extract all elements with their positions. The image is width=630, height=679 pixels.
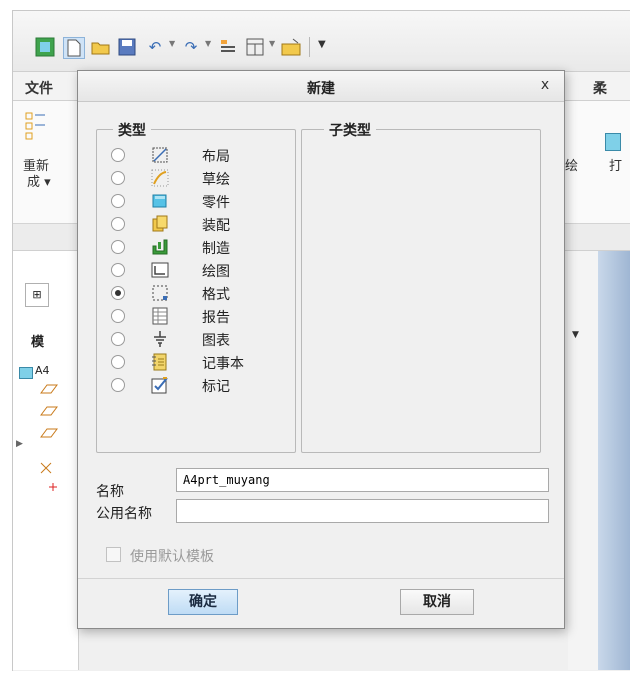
close-icon[interactable]: x [536, 76, 554, 94]
button-separator [78, 578, 564, 579]
regenerate-icon[interactable] [218, 37, 238, 57]
combo-dropdown-icon[interactable]: ▼ [572, 330, 579, 340]
markup-icon [151, 377, 168, 394]
drawing-icon [151, 262, 169, 278]
customize-toolbar-icon[interactable]: ▼ [318, 39, 326, 50]
report-icon [152, 307, 168, 325]
type-option-manufacturing[interactable]: 制造 [97, 236, 287, 258]
radio-manufacturing[interactable] [111, 240, 125, 254]
common-name-input[interactable] [176, 499, 549, 523]
graphics-window[interactable] [598, 251, 630, 670]
redo-dropdown-icon[interactable]: ▼ [205, 39, 211, 48]
assembly-icon [152, 215, 168, 232]
type-option-layout[interactable]: 布局 [97, 144, 287, 166]
regenerate-ribbon-icon[interactable] [25, 111, 51, 151]
app-logo-icon[interactable] [35, 37, 55, 57]
type-option-part[interactable]: 零件 [97, 190, 287, 212]
undo-dropdown-icon[interactable]: ▼ [169, 39, 175, 48]
type-label-report: 报告 [202, 310, 230, 326]
radio-part[interactable] [111, 194, 125, 208]
model-tree-feature-icons [33, 383, 73, 493]
type-label-layout: 布局 [202, 149, 230, 165]
subtype-groupbox: 子类型 [301, 120, 541, 453]
type-label-diagram: 图表 [202, 333, 230, 349]
ribbon-regenerate-label: 重新 [23, 159, 50, 174]
type-label-manufacturing: 制造 [202, 241, 230, 257]
type-label-assembly: 装配 [202, 218, 230, 234]
tab-flexible-modeling[interactable]: 柔 [593, 78, 607, 98]
type-label-sketch: 草绘 [202, 172, 230, 188]
type-label-markup: 标记 [202, 379, 230, 395]
model-tree-panel: ⊞ 模 A4 ▶ [13, 251, 79, 670]
model-tree-item[interactable]: A4 [35, 364, 50, 377]
use-default-template-checkbox[interactable] [106, 547, 121, 562]
radio-drawing[interactable] [111, 263, 125, 277]
type-option-report[interactable]: 报告 [97, 305, 287, 327]
cancel-button[interactable]: 取消 [400, 589, 474, 615]
common-name-label: 公用名称 [96, 506, 152, 522]
radio-sketch[interactable] [111, 171, 125, 185]
layout-icon [152, 147, 168, 163]
ribbon-sketch-label: 绘 [565, 159, 579, 174]
model-tree-tab-icon[interactable]: ⊞ [25, 283, 49, 307]
undo-icon[interactable]: ↶ [145, 37, 165, 57]
part-node-icon [19, 367, 33, 379]
subtype-group-legend: 子类型 [324, 120, 376, 140]
type-label-format: 格式 [202, 287, 230, 303]
radio-diagram[interactable] [111, 332, 125, 346]
windows-dropdown-icon[interactable]: ▼ [269, 39, 275, 48]
type-option-assembly[interactable]: 装配 [97, 213, 287, 235]
type-option-markup[interactable]: 标记 [97, 374, 287, 396]
save-icon[interactable] [117, 37, 137, 57]
diagram-icon [154, 331, 166, 347]
type-group-legend: 类型 [113, 120, 151, 140]
name-label: 名称 [96, 484, 124, 500]
ribbon-pull-label: 打 [609, 159, 623, 174]
ribbon-part-icon[interactable] [605, 133, 621, 151]
type-option-diagram[interactable]: 图表 [97, 328, 287, 350]
type-option-sketch[interactable]: 草绘 [97, 167, 287, 189]
ribbon-regenerate-dropdown[interactable]: 成 ▾ [27, 175, 51, 191]
new-dialog: 新建 x 类型 布局 草绘 零件 装配 制造 绘图 格式 报告 图表 记事本 标… [77, 70, 565, 629]
ok-button[interactable]: 确定 [168, 589, 238, 615]
radio-report[interactable] [111, 309, 125, 323]
redo-icon[interactable]: ↷ [181, 37, 201, 57]
expand-arrow-icon[interactable]: ▶ [16, 439, 23, 449]
type-option-format[interactable]: 格式 [97, 282, 287, 304]
radio-layout[interactable] [111, 148, 125, 162]
format-icon [152, 285, 168, 301]
use-default-template-label: 使用默认模板 [130, 549, 214, 565]
type-label-notebook: 记事本 [202, 356, 244, 372]
quick-access-toolbar: ↶ ▼ ↷ ▼ ▼ ▼ [13, 11, 630, 72]
radio-assembly[interactable] [111, 217, 125, 231]
radio-markup[interactable] [111, 378, 125, 392]
tab-file[interactable]: 文件 [25, 78, 53, 98]
radio-notebook[interactable] [111, 355, 125, 369]
model-tree-header: 模 [31, 335, 45, 350]
radio-format[interactable] [111, 286, 125, 300]
windows-icon[interactable] [245, 37, 265, 57]
part-icon [152, 194, 167, 208]
sketch-icon [151, 169, 169, 187]
notebook-icon [152, 353, 167, 371]
close-window-icon[interactable] [281, 37, 301, 57]
type-groupbox: 类型 布局 草绘 零件 装配 制造 绘图 格式 报告 图表 记事本 标记 [96, 120, 296, 453]
manufacturing-icon [152, 239, 168, 255]
toolbar-separator [309, 37, 310, 57]
dialog-title: 新建 [307, 81, 335, 97]
name-input[interactable] [176, 468, 549, 492]
open-folder-icon[interactable] [91, 37, 111, 57]
type-option-notebook[interactable]: 记事本 [97, 351, 287, 373]
type-option-drawing[interactable]: 绘图 [97, 259, 287, 281]
type-label-part: 零件 [202, 195, 230, 211]
type-label-drawing: 绘图 [202, 264, 230, 280]
dialog-title-bar[interactable]: 新建 x [78, 71, 564, 102]
new-file-icon[interactable] [63, 37, 85, 59]
right-pane [568, 251, 598, 670]
